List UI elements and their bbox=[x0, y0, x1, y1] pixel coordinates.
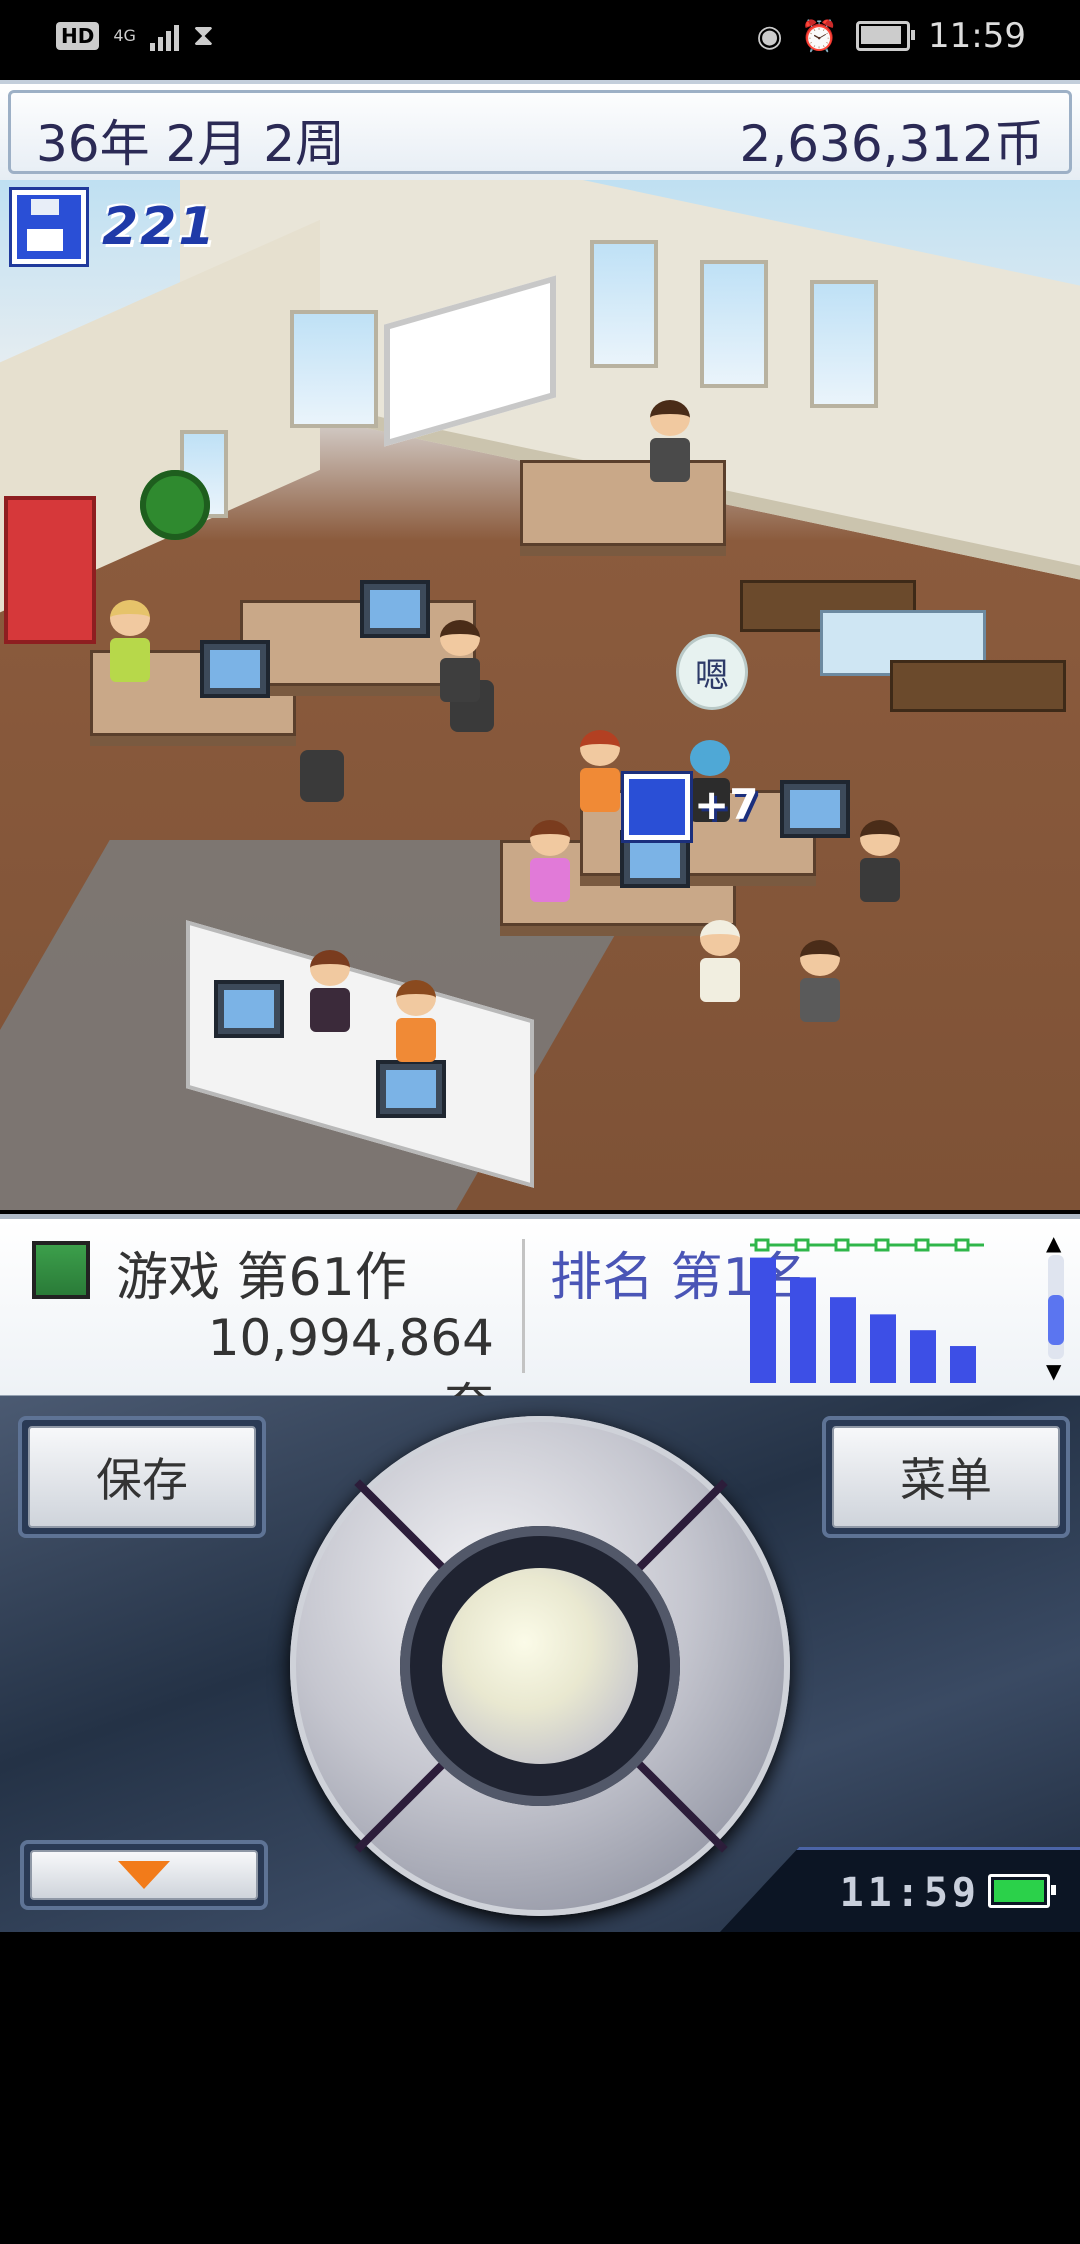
eye-icon: ◉ bbox=[756, 18, 783, 54]
rank-marker bbox=[754, 1238, 770, 1252]
network-type-label: 4G bbox=[113, 26, 136, 45]
down-arrow-icon bbox=[118, 1861, 170, 1889]
money-display: 2,636,312币 bbox=[739, 115, 1044, 173]
rank-bar bbox=[830, 1297, 856, 1383]
rank-bar bbox=[950, 1346, 976, 1383]
rank-bar bbox=[870, 1314, 896, 1383]
controller-area: 保存 菜单 11:59 bbox=[0, 1396, 1080, 1932]
rank-marker bbox=[834, 1238, 850, 1252]
panel-divider bbox=[522, 1239, 525, 1373]
save-counter: 221 bbox=[12, 190, 217, 264]
office-chair bbox=[300, 750, 344, 802]
ranking-bar-chart bbox=[750, 1238, 984, 1383]
save-count-value: 221 bbox=[102, 197, 217, 257]
scroll-up-icon[interactable]: ▲ bbox=[1046, 1231, 1061, 1255]
scroll-down-icon[interactable]: ▼ bbox=[1046, 1359, 1061, 1383]
top-info-bar: 36年 2月 2周 2,636,312币 bbox=[0, 80, 1080, 186]
computer-monitor bbox=[200, 640, 270, 698]
staff-character[interactable] bbox=[580, 730, 620, 812]
staff-character[interactable] bbox=[650, 400, 690, 482]
staff-character[interactable] bbox=[530, 820, 570, 902]
dpad-center-button[interactable] bbox=[442, 1568, 638, 1764]
system-clock: 11:59 bbox=[928, 16, 1026, 56]
boss-desk bbox=[520, 460, 726, 546]
staff-character[interactable] bbox=[860, 820, 900, 902]
menu-button[interactable]: 菜单 bbox=[832, 1426, 1060, 1528]
menu-button-frame: 菜单 bbox=[822, 1416, 1070, 1538]
alarm-icon: ⏰ bbox=[800, 18, 839, 54]
receptionist-character[interactable] bbox=[396, 980, 436, 1062]
computer-monitor bbox=[360, 580, 430, 638]
battery-icon bbox=[856, 21, 916, 51]
rank-bar bbox=[750, 1257, 776, 1383]
game-clock: 11:59 bbox=[839, 1870, 980, 1916]
panel-scrollbar[interactable]: ▲ ▼ bbox=[1042, 1231, 1070, 1383]
scroll-thumb[interactable] bbox=[1048, 1295, 1064, 1345]
rank-marker bbox=[874, 1238, 890, 1252]
save-button[interactable]: 保存 bbox=[28, 1426, 256, 1528]
system-status-bar: HD 4G ⧗ ◉ ⏰ 11:59 bbox=[0, 0, 1080, 80]
receptionist-character[interactable] bbox=[310, 950, 350, 1032]
window bbox=[590, 240, 658, 368]
game-date: 36年 2月 2周 bbox=[36, 115, 346, 173]
status-panel: 游戏 第61作 10,994,864套 排名 第1名 ▲ ▼ bbox=[0, 1214, 1080, 1436]
rank-marker bbox=[914, 1238, 930, 1252]
staff-character[interactable] bbox=[110, 600, 150, 682]
expand-down-button[interactable] bbox=[30, 1850, 258, 1900]
window bbox=[700, 260, 768, 388]
vending-machine[interactable] bbox=[4, 496, 96, 644]
window bbox=[290, 310, 378, 428]
potted-plant bbox=[140, 470, 210, 540]
dpad-center-ring bbox=[400, 1526, 680, 1806]
status-left: HD 4G ⧗ bbox=[56, 18, 214, 53]
save-button-frame: 保存 bbox=[18, 1416, 266, 1538]
floppy-disk-icon bbox=[12, 190, 86, 264]
clock-area: 11:59 bbox=[720, 1847, 1080, 1932]
speech-bubble: 嗯 bbox=[676, 634, 748, 710]
staff-character[interactable] bbox=[800, 940, 840, 1022]
floppy-disk-icon bbox=[624, 774, 690, 840]
hd-icon: HD bbox=[56, 21, 100, 50]
rank-marker bbox=[954, 1238, 970, 1252]
rank-bar bbox=[790, 1277, 816, 1383]
rank-marker bbox=[794, 1238, 810, 1252]
points-popup: +7 bbox=[694, 780, 759, 829]
staff-character[interactable] bbox=[700, 920, 740, 1002]
status-right: ◉ ⏰ 11:59 bbox=[756, 16, 1026, 56]
rank-bar bbox=[910, 1330, 936, 1383]
battery-icon bbox=[988, 1874, 1056, 1908]
computer-monitor bbox=[780, 780, 850, 838]
expand-button-frame bbox=[20, 1840, 268, 1910]
computer-monitor bbox=[214, 980, 284, 1038]
signal-icon bbox=[149, 21, 179, 51]
hourglass-icon: ⧗ bbox=[192, 18, 214, 53]
dpad[interactable] bbox=[290, 1416, 790, 1916]
computer-monitor bbox=[376, 1060, 446, 1118]
staff-character[interactable] bbox=[440, 620, 480, 702]
office-scene[interactable]: 221 嗯 +7 bbox=[0, 180, 1080, 1210]
sofa bbox=[890, 660, 1066, 712]
game-title: 游戏 第61作 bbox=[116, 1248, 407, 1308]
window bbox=[810, 280, 878, 408]
game-cover-icon bbox=[32, 1241, 90, 1299]
